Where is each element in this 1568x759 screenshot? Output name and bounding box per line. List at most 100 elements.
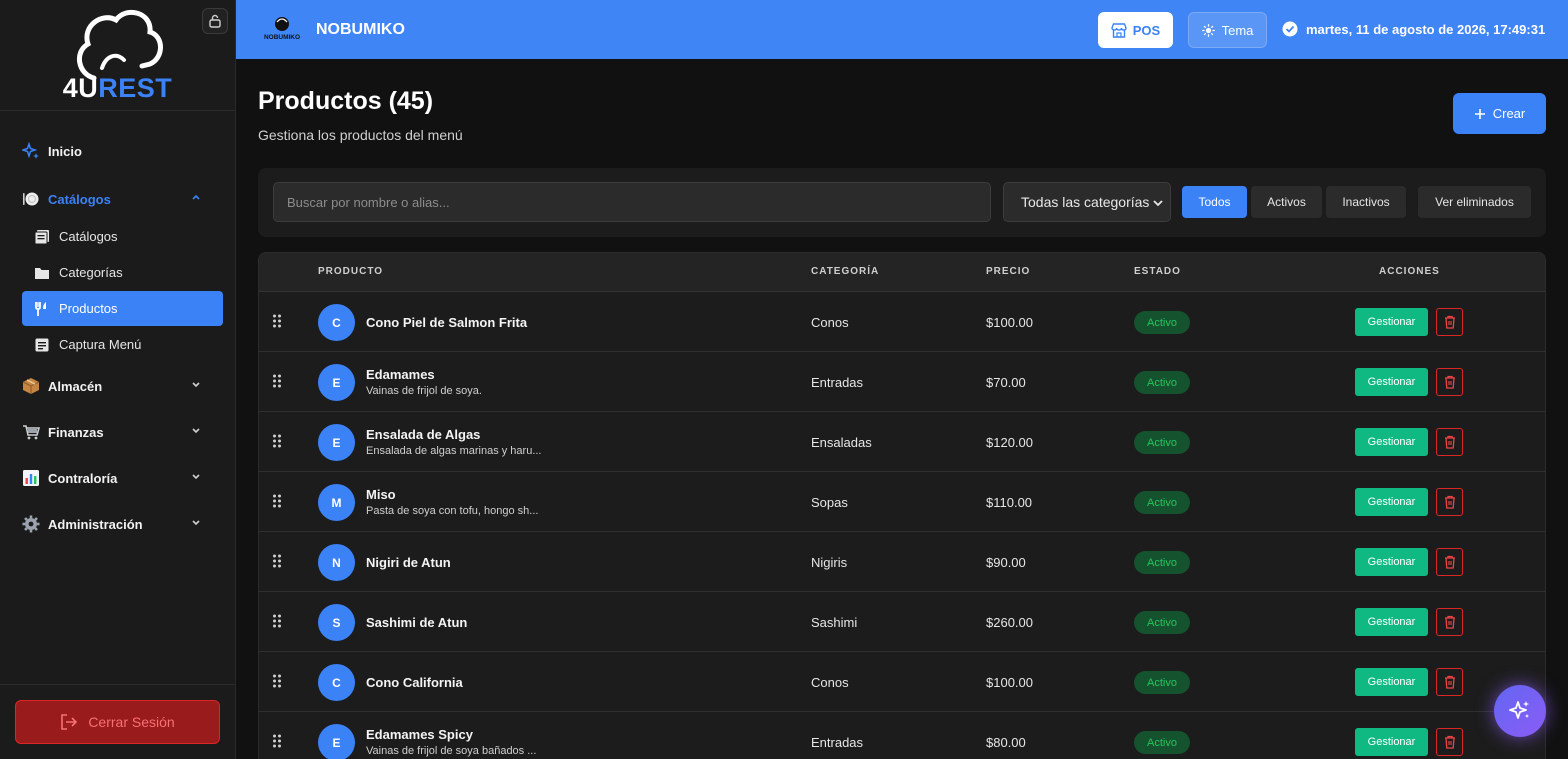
delete-button[interactable] — [1436, 488, 1463, 516]
sidebar-group-finanzas[interactable]: Finanzas — [22, 414, 213, 450]
restaurant-name: NOBUMIKO — [316, 20, 405, 38]
search-input[interactable] — [273, 182, 991, 222]
table-row[interactable]: C Cono Piel de Salmon Frita Conos $100.0… — [259, 292, 1545, 352]
category-select[interactable]: Todas las categorías — [1003, 182, 1171, 222]
filters-bar: Todas las categorías Todos Activos Inact… — [258, 168, 1546, 237]
table-row[interactable]: E Edamames Spicy Vainas de frijol de soy… — [259, 712, 1545, 759]
product-name: Ensalada de Algas — [366, 427, 481, 442]
delete-button[interactable] — [1436, 368, 1463, 396]
manage-button[interactable]: Gestionar — [1355, 548, 1428, 576]
check-circle-icon — [1282, 21, 1298, 37]
product-category: Entradas — [811, 375, 864, 390]
theme-toggle-button[interactable]: Tema — [1188, 12, 1267, 48]
folder-icon — [34, 265, 50, 281]
sidebar-nav: Inicio Catálogos Catálogos Categorías Pr… — [0, 111, 235, 542]
menu-list-icon — [34, 337, 50, 353]
sidebar-group-contraloria[interactable]: Contraloría — [22, 460, 213, 496]
sidebar-subitem-captura-menu[interactable]: Captura Menú — [22, 327, 223, 362]
sidebar-subitem-label: Captura Menú — [59, 337, 142, 352]
box-icon — [22, 377, 40, 395]
sidebar-group-label: Administración — [48, 516, 143, 532]
column-header-categoria: CATEGORÍA — [811, 266, 880, 277]
pos-button[interactable]: POS — [1098, 12, 1173, 48]
logout-button[interactable]: Cerrar Sesión — [15, 700, 220, 744]
manage-button[interactable]: Gestionar — [1355, 608, 1428, 636]
gear-icon — [22, 515, 40, 533]
lock-sidebar-button[interactable] — [202, 8, 228, 34]
sidebar-item-inicio[interactable]: Inicio — [22, 133, 213, 169]
sidebar-group-label: Catálogos — [48, 191, 111, 207]
sidebar-subitem-catalogos[interactable]: Catálogos — [22, 219, 223, 254]
drag-handle-icon[interactable] — [272, 374, 282, 388]
brand-logo[interactable]: 4UREST — [0, 0, 235, 111]
delete-button[interactable] — [1436, 728, 1463, 756]
lock-icon — [209, 14, 221, 28]
table-header: PRODUCTO CATEGORÍA PRECIO ESTADO ACCIONE… — [259, 253, 1545, 292]
delete-button[interactable] — [1436, 608, 1463, 636]
drag-handle-icon[interactable] — [272, 434, 282, 448]
sidebar-subitem-label: Productos — [59, 301, 118, 316]
chevron-down-icon — [192, 474, 200, 480]
drag-handle-icon[interactable] — [272, 614, 282, 628]
delete-button[interactable] — [1436, 308, 1463, 336]
sidebar-group-catalogos[interactable]: Catálogos — [22, 181, 213, 217]
drag-handle-icon[interactable] — [272, 554, 282, 568]
product-price: $100.00 — [986, 675, 1033, 690]
filter-inactivos-button[interactable]: Inactivos — [1326, 186, 1406, 218]
product-category: Conos — [811, 315, 849, 330]
trash-icon — [1444, 435, 1455, 449]
table-row[interactable]: E Ensalada de Algas Ensalada de algas ma… — [259, 412, 1545, 472]
status-badge: Activo — [1134, 431, 1190, 454]
ai-assistant-button[interactable] — [1494, 685, 1546, 737]
sidebar-subitem-productos[interactable]: Productos — [22, 291, 223, 326]
view-deleted-button[interactable]: Ver eliminados — [1418, 186, 1531, 218]
datetime-text: martes, 11 de agosto de 2026, 17:49:31 — [1306, 21, 1546, 37]
manage-button[interactable]: Gestionar — [1355, 488, 1428, 516]
sidebar-group-almacen[interactable]: Almacén — [22, 368, 213, 404]
status-badge: Activo — [1134, 311, 1190, 334]
drag-handle-icon[interactable] — [272, 674, 282, 688]
table-row[interactable]: S Sashimi de Atun Sashimi $260.00 Activo… — [259, 592, 1545, 652]
drag-handle-icon[interactable] — [272, 314, 282, 328]
sidebar-item-label: Inicio — [48, 143, 82, 159]
create-product-button[interactable]: Crear — [1453, 93, 1546, 134]
product-initial: E — [332, 375, 341, 390]
logout-section: Cerrar Sesión — [0, 684, 235, 759]
chart-icon — [22, 469, 40, 487]
product-avatar: E — [318, 364, 355, 401]
delete-button[interactable] — [1436, 548, 1463, 576]
theme-label: Tema — [1221, 22, 1254, 38]
status-badge: Activo — [1134, 371, 1190, 394]
manage-button[interactable]: Gestionar — [1355, 428, 1428, 456]
drag-handle-icon[interactable] — [272, 494, 282, 508]
sidebar-group-administracion[interactable]: Administración — [22, 506, 213, 542]
sidebar: 4UREST Inicio Catálogos Catálogos Catego… — [0, 0, 236, 759]
delete-button[interactable] — [1436, 668, 1463, 696]
page-subtitle: Gestiona los productos del menú — [258, 127, 463, 143]
product-initial: M — [331, 495, 342, 510]
manage-button[interactable]: Gestionar — [1355, 308, 1428, 336]
manage-button[interactable]: Gestionar — [1355, 668, 1428, 696]
drag-handle-icon[interactable] — [272, 734, 282, 748]
table-row[interactable]: M Miso Pasta de soya con tofu, hongo sh.… — [259, 472, 1545, 532]
table-body: C Cono Piel de Salmon Frita Conos $100.0… — [259, 292, 1545, 759]
delete-button[interactable] — [1436, 428, 1463, 456]
product-name: Miso — [366, 487, 396, 502]
table-row[interactable]: N Nigiri de Atun Nigiris $90.00 Activo G… — [259, 532, 1545, 592]
product-name: Nigiri de Atun — [366, 555, 451, 570]
manage-button[interactable]: Gestionar — [1355, 728, 1428, 756]
filter-todos-button[interactable]: Todos — [1182, 186, 1247, 218]
cart-icon — [22, 423, 40, 441]
table-row[interactable]: E Edamames Vainas de frijol de soya. Ent… — [259, 352, 1545, 412]
product-description: Vainas de frijol de soya. — [366, 385, 482, 397]
trash-icon — [1444, 315, 1455, 329]
sidebar-subitem-categorias[interactable]: Categorías — [22, 255, 223, 290]
status-badge: Activo — [1134, 671, 1190, 694]
manage-button[interactable]: Gestionar — [1355, 368, 1428, 396]
product-price: $260.00 — [986, 615, 1033, 630]
chevron-down-icon — [192, 428, 200, 434]
column-header-producto: PRODUCTO — [318, 266, 384, 277]
logout-icon — [61, 714, 78, 730]
filter-activos-button[interactable]: Activos — [1251, 186, 1322, 218]
table-row[interactable]: C Cono California Conos $100.00 Activo G… — [259, 652, 1545, 712]
